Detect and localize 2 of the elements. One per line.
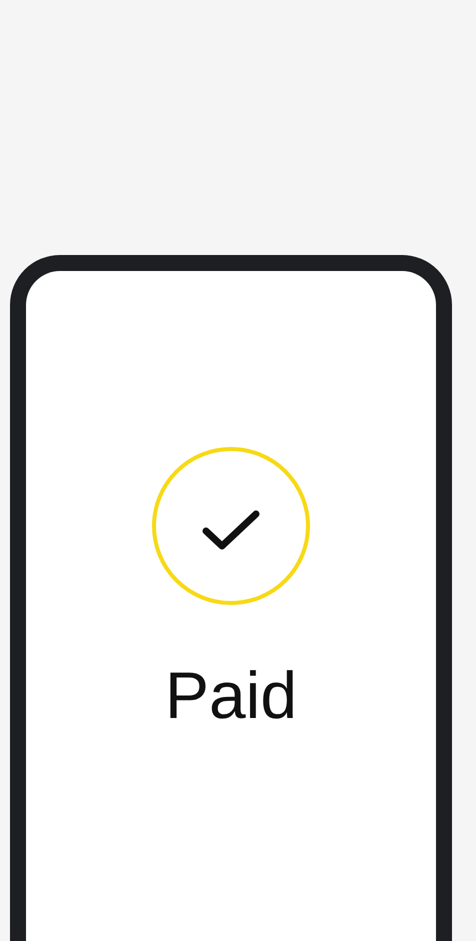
status-label: Paid	[164, 662, 298, 728]
checkmark-icon	[151, 446, 311, 606]
